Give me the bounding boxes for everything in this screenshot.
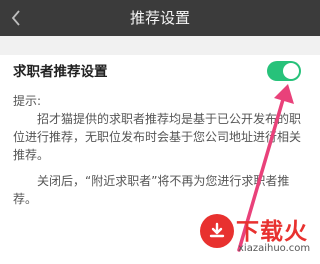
setting-label: 求职者推荐设置 [13,64,108,80]
watermark: 下载火 xiazaihuo.com [200,212,316,260]
tip-paragraph-2: 关闭后，“附近求职者”将不再为您进行求职者推荐。 [13,174,290,206]
watermark-url: xiazaihuo.com [238,243,311,254]
tips-label: 提示: [13,94,42,108]
page-title: 推荐设置 [129,9,190,27]
header-bar: 推荐设置 [0,0,320,36]
toggle-knob [283,63,299,79]
watermark-brand: 下载火 [236,219,308,245]
watermark-logo [200,214,234,248]
setting-row-candidate-recommend: 求职者推荐设置 [0,55,320,89]
download-icon [209,222,225,238]
tip-paragraph-1: 招才猫提供的求职者推荐均是基于已公开发布的职位进行推荐，无职位发布时会基于您公司… [13,112,302,162]
recommend-toggle[interactable] [267,61,301,81]
